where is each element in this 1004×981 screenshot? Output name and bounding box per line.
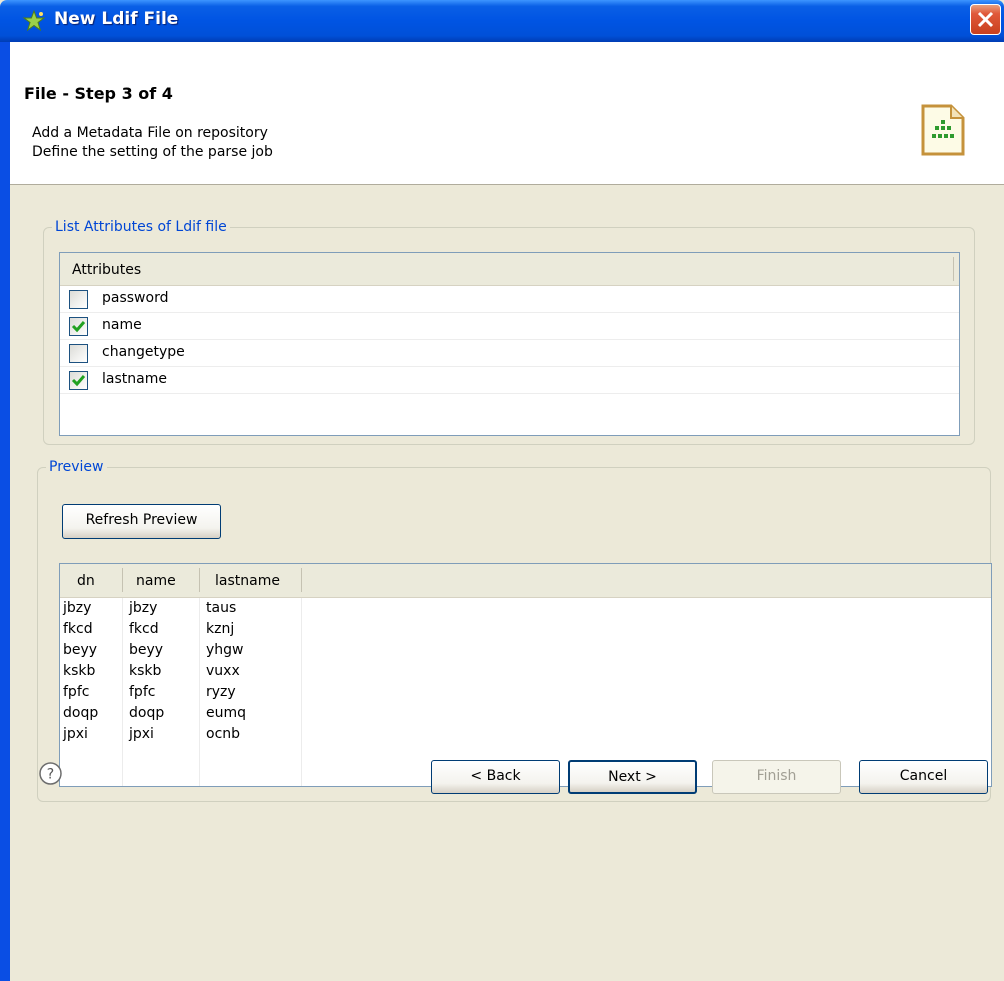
table-cell: jpxi [129,726,154,742]
changetype-checkbox[interactable] [69,344,88,363]
attribute-row-name[interactable]: name [60,313,959,340]
table-cell: ocnb [206,726,241,742]
table-row[interactable]: doqp doqp eumq [60,703,991,724]
checkmark-icon [71,375,86,387]
column-separator [122,568,123,592]
name-checkbox[interactable] [69,317,88,336]
title-bar[interactable]: New Ldif File [0,0,1004,42]
finish-button[interactable]: Finish [712,760,841,794]
attributes-group: List Attributes of Ldif file Attributes … [43,218,975,445]
refresh-preview-button[interactable]: Refresh Preview [62,504,221,539]
table-cell: beyy [63,642,98,658]
next-button[interactable]: Next > [568,760,697,794]
svg-text:?: ? [47,767,54,783]
column-header-dn[interactable]: dn [77,573,95,589]
column-header-name[interactable]: name [136,573,176,589]
preview-table-header: dn name lastname [60,564,991,598]
window-border [0,42,10,981]
table-cell: fpfc [129,684,156,700]
star-icon [22,9,46,32]
help-icon[interactable]: ? [38,761,63,786]
description-line-1: Add a Metadata File on repository [32,125,268,141]
attribute-label: name [102,317,142,333]
attributes-header-label: Attributes [72,262,142,278]
window-title: New Ldif File [54,9,179,29]
attribute-label: changetype [102,344,185,360]
password-checkbox[interactable] [69,290,88,309]
column-separator [301,568,302,592]
cancel-button[interactable]: Cancel [859,760,988,794]
wizard-header: File - Step 3 of 4 Add a Metadata File o… [10,42,1004,185]
table-row[interactable]: fkcd fkcd kznj [60,619,991,640]
attributes-legend: List Attributes of Ldif file [52,218,230,236]
column-separator [199,568,200,592]
attribute-row-changetype[interactable]: changetype [60,340,959,367]
table-cell: jbzy [63,600,92,616]
ldif-file-icon [921,104,965,156]
attribute-row-password[interactable]: password [60,286,959,313]
table-cell: taus [206,600,237,616]
attribute-label: lastname [102,371,167,387]
column-separator [953,257,954,281]
table-cell: ryzy [206,684,236,700]
table-cell: beyy [129,642,164,658]
table-cell: kznj [206,621,235,637]
attributes-table[interactable]: Attributes password name changetype last… [59,252,960,436]
preview-table[interactable]: dn name lastname jbzy jbzy taus fkcd fkc… [59,563,992,787]
column-header-lastname[interactable]: lastname [215,573,280,589]
description-line-2: Define the setting of the parse job [32,144,273,160]
close-button[interactable] [970,4,1001,35]
table-cell: fkcd [63,621,93,637]
table-cell: kskb [129,663,162,679]
table-row[interactable]: jbzy jbzy taus [60,598,991,619]
table-cell: kskb [63,663,96,679]
lastname-checkbox[interactable] [69,371,88,390]
back-button[interactable]: < Back [431,760,560,794]
table-cell: jbzy [129,600,158,616]
close-icon [977,11,994,28]
preview-legend: Preview [46,458,107,476]
table-cell: yhgw [206,642,244,658]
table-row[interactable]: beyy beyy yhgw [60,640,991,661]
attribute-row-lastname[interactable]: lastname [60,367,959,394]
page-title: File - Step 3 of 4 [24,84,173,103]
table-cell: fpfc [63,684,90,700]
table-row[interactable]: kskb kskb vuxx [60,661,991,682]
attributes-column-header[interactable]: Attributes [60,253,959,286]
table-cell: fkcd [129,621,159,637]
table-cell: eumq [206,705,247,721]
table-cell: doqp [63,705,99,721]
table-cell: jpxi [63,726,88,742]
table-cell: vuxx [206,663,240,679]
wizard-window: New Ldif File File - Step 3 of 4 Add a M… [0,0,1004,981]
table-cell: doqp [129,705,165,721]
attribute-label: password [102,290,169,306]
page-description: Add a Metadata File on repository Define… [32,124,273,162]
preview-group: Preview Refresh Preview dn name lastname… [37,458,992,802]
checkmark-icon [71,321,86,333]
table-row[interactable]: jpxi jpxi ocnb [60,724,991,745]
table-row[interactable]: fpfc fpfc ryzy [60,682,991,703]
